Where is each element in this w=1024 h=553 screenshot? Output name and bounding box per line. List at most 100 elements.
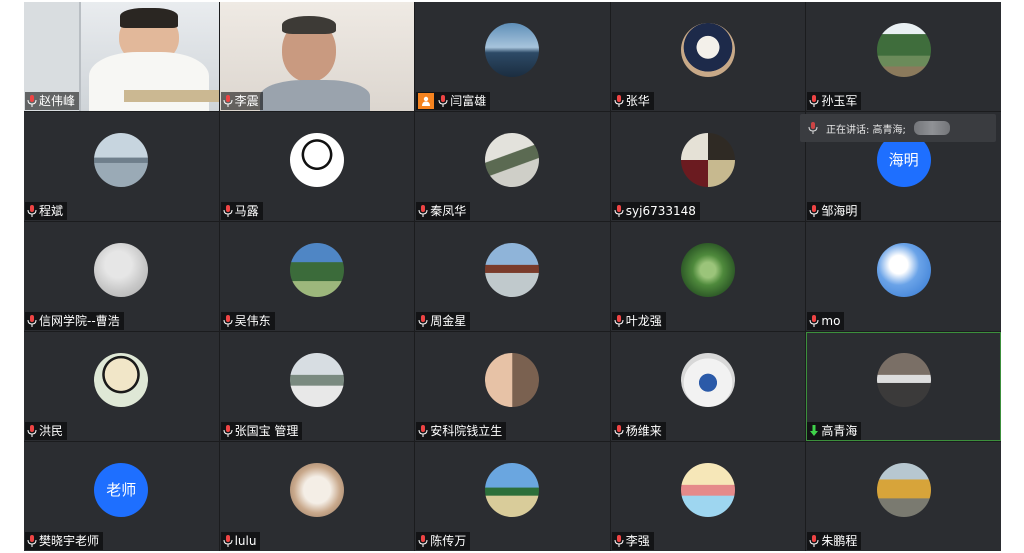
participant-tile[interactable]: syj6733148: [610, 112, 806, 221]
avatar: [289, 132, 344, 187]
avatar: [485, 352, 540, 407]
name-label: 赵伟峰: [25, 92, 80, 110]
mic-muted-icon: [614, 535, 624, 547]
avatar: [681, 22, 736, 77]
mic-muted-icon: [809, 315, 819, 327]
participant-name: 周金星: [430, 314, 467, 328]
mic-muted-icon: [809, 535, 819, 547]
avatar: [485, 22, 540, 77]
participant-name: 李强: [625, 534, 650, 548]
name-label: 李强: [611, 532, 654, 550]
name-label: 信网学院--曹浩: [25, 312, 124, 330]
avatar: [876, 352, 931, 407]
participant-tile[interactable]: lulu: [219, 442, 415, 551]
participant-tile[interactable]: 李震: [219, 2, 415, 111]
name-label: 程斌: [25, 202, 68, 220]
mic-muted-icon: [27, 95, 37, 107]
blurred-name: [913, 121, 950, 135]
participant-tile[interactable]: 洪民: [24, 332, 219, 441]
participant-tile[interactable]: 朱鹏程: [806, 442, 1001, 551]
participant-tile[interactable]: 秦凤华: [415, 112, 610, 221]
participant-grid: 赵伟峰 李震 闫富雄 张华 孙玉军 程斌 马露 秦凤华 syj6733148 海明 邹海明 信网学院-…: [24, 2, 1001, 551]
participant-tile[interactable]: 信网学院--曹浩: [24, 222, 219, 331]
name-label: 李震: [220, 92, 263, 110]
mic-icon: [808, 122, 818, 134]
name-label: 陈传万: [416, 532, 471, 550]
participant-tile[interactable]: 程斌: [24, 112, 219, 221]
name-label: 邹海明: [807, 202, 862, 220]
name-label: 张华: [611, 92, 654, 110]
participant-name: 孙玉军: [821, 94, 858, 108]
name-label: syj6733148: [611, 202, 700, 220]
participant-tile[interactable]: 闫富雄: [415, 2, 610, 111]
name-label: 张国宝 管理: [220, 422, 303, 440]
participant-name: lulu: [234, 534, 257, 548]
avatar: [94, 352, 149, 407]
name-label: 杨维来: [611, 422, 666, 440]
mic-muted-icon: [27, 205, 37, 217]
mic-muted-icon: [418, 315, 428, 327]
participant-tile[interactable]: 张国宝 管理: [219, 332, 415, 441]
participant-tile[interactable]: 高青海: [806, 332, 1001, 441]
mic-muted-icon: [438, 95, 448, 107]
participant-name: mo: [821, 314, 841, 328]
avatar: [876, 22, 931, 77]
avatar: [94, 242, 149, 297]
name-label: 高青海: [807, 422, 862, 440]
avatar: [289, 242, 344, 297]
avatar: [681, 242, 736, 297]
name-label: 孙玉军: [807, 92, 862, 110]
participant-tile[interactable]: 马露: [219, 112, 415, 221]
avatar: [485, 242, 540, 297]
participant-name: 马露: [234, 204, 259, 218]
avatar: [485, 462, 540, 517]
participant-name: 叶龙强: [625, 314, 662, 328]
name-label: 周金星: [416, 312, 471, 330]
participant-name: 张华: [625, 94, 650, 108]
mic-muted-icon: [27, 535, 37, 547]
participant-name: 邹海明: [821, 204, 858, 218]
name-label: 朱鹏程: [807, 532, 862, 550]
participant-tile[interactable]: 孙玉军: [806, 2, 1001, 111]
participant-tile[interactable]: 老师 樊晓宇老师: [24, 442, 219, 551]
avatar: [485, 132, 540, 187]
speaking-indicator: 正在讲话: 高青海;: [800, 114, 996, 142]
mic-muted-icon: [223, 535, 233, 547]
name-label: lulu: [220, 532, 261, 550]
mic-muted-icon: [418, 205, 428, 217]
participant-name: 程斌: [39, 204, 64, 218]
avatar: 老师: [94, 462, 149, 517]
participant-tile[interactable]: 安科院钱立生: [415, 332, 610, 441]
participant-tile[interactable]: 吴伟东: [219, 222, 415, 331]
avatar: [681, 352, 736, 407]
participant-name: 吴伟东: [234, 314, 271, 328]
participant-tile[interactable]: 杨维来: [610, 332, 806, 441]
mic-muted-icon: [27, 315, 37, 327]
name-label: 马露: [220, 202, 263, 220]
participant-tile[interactable]: 李强: [610, 442, 806, 551]
participant-name: syj6733148: [625, 204, 696, 218]
mic-muted-icon: [809, 205, 819, 217]
participant-tile[interactable]: 陈传万: [415, 442, 610, 551]
participant-name: 信网学院--曹浩: [39, 314, 120, 328]
participant-name: 李震: [234, 94, 259, 108]
host-icon: [418, 93, 435, 109]
name-label: 洪民: [25, 422, 68, 440]
mic-muted-icon: [614, 205, 624, 217]
mic-muted-icon: [418, 425, 428, 437]
name-label: 叶龙强: [611, 312, 666, 330]
participant-tile[interactable]: 叶龙强: [610, 222, 806, 331]
mic-muted-icon: [223, 315, 233, 327]
mic-muted-icon: [27, 425, 37, 437]
mic-muted-icon: [223, 95, 233, 107]
avatar: [289, 462, 344, 517]
participant-tile[interactable]: 赵伟峰: [24, 2, 219, 111]
participant-name: 洪民: [39, 424, 64, 438]
name-label: 吴伟东: [220, 312, 275, 330]
participant-name: 闫富雄: [450, 94, 487, 108]
name-label: 安科院钱立生: [416, 422, 507, 440]
participant-tile[interactable]: mo: [806, 222, 1001, 331]
mic-active-icon: [809, 425, 819, 437]
participant-tile[interactable]: 周金星: [415, 222, 610, 331]
participant-tile[interactable]: 张华: [610, 2, 806, 111]
